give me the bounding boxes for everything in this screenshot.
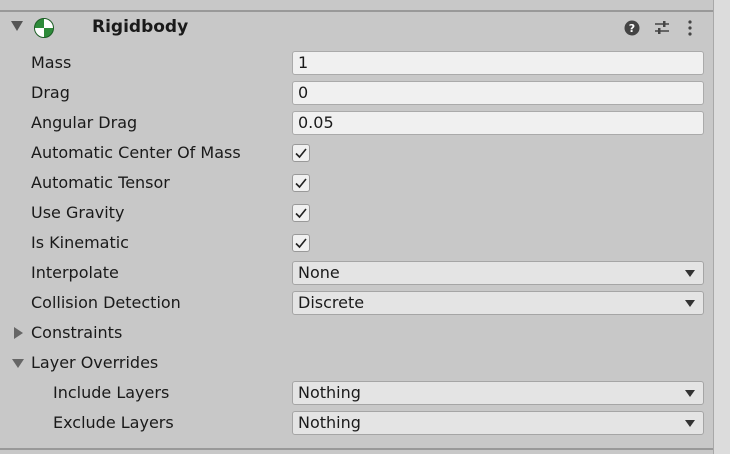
foldout-expanded-icon[interactable]	[12, 359, 24, 368]
include-layers-row: Include Layers Nothing	[0, 378, 713, 408]
mass-field[interactable]: 1	[292, 51, 704, 75]
use-gravity-row: Use Gravity	[0, 198, 713, 228]
interpolate-label: Interpolate	[31, 263, 119, 282]
dropdown-arrow-icon	[685, 390, 695, 397]
drag-row: Drag 0	[0, 78, 713, 108]
mass-row: Mass 1	[0, 48, 713, 78]
use-gravity-label: Use Gravity	[31, 203, 125, 222]
automatic-tensor-row: Automatic Tensor	[0, 168, 713, 198]
presets-icon[interactable]	[653, 19, 671, 37]
angular-drag-row: Angular Drag 0.05	[0, 108, 713, 138]
layer-overrides-label: Layer Overrides	[31, 353, 159, 372]
include-layers-value: Nothing	[298, 383, 361, 402]
more-options-icon[interactable]	[683, 19, 697, 37]
exclude-layers-label: Exclude Layers	[53, 413, 174, 432]
collision-detection-dropdown[interactable]: Discrete	[292, 291, 704, 315]
is-kinematic-checkbox[interactable]	[292, 234, 310, 252]
help-icon[interactable]: ?	[623, 19, 641, 37]
checkmark-icon	[295, 208, 307, 219]
is-kinematic-row: Is Kinematic	[0, 228, 713, 258]
constraints-label: Constraints	[31, 323, 123, 342]
collision-detection-label: Collision Detection	[31, 293, 181, 312]
drag-field[interactable]: 0	[292, 81, 704, 105]
component-title: Rigidbody	[92, 17, 189, 37]
automatic-tensor-label: Automatic Tensor	[31, 173, 170, 192]
collapse-arrow-icon[interactable]	[11, 21, 23, 31]
rigidbody-icon	[34, 18, 54, 38]
constraints-foldout[interactable]: Constraints	[0, 318, 713, 348]
collision-detection-row: Collision Detection Discrete	[0, 288, 713, 318]
exclude-layers-value: Nothing	[298, 413, 361, 432]
dropdown-arrow-icon	[685, 300, 695, 307]
checkmark-icon	[295, 238, 307, 249]
dropdown-arrow-icon	[685, 270, 695, 277]
exclude-layers-dropdown[interactable]: Nothing	[292, 411, 704, 435]
automatic-center-of-mass-checkbox[interactable]	[292, 144, 310, 162]
is-kinematic-label: Is Kinematic	[31, 233, 129, 252]
automatic-center-of-mass-label: Automatic Center Of Mass	[31, 143, 241, 162]
bottom-separator	[0, 448, 713, 450]
mass-label: Mass	[31, 53, 72, 72]
angular-drag-field[interactable]: 0.05	[292, 111, 704, 135]
svg-text:?: ?	[629, 22, 635, 35]
angular-drag-label: Angular Drag	[31, 113, 138, 132]
exclude-layers-row: Exclude Layers Nothing	[0, 408, 713, 438]
drag-label: Drag	[31, 83, 70, 102]
automatic-center-of-mass-row: Automatic Center Of Mass	[0, 138, 713, 168]
collision-detection-value: Discrete	[298, 293, 365, 312]
interpolate-value: None	[298, 263, 340, 282]
checkmark-icon	[295, 148, 307, 159]
include-layers-label: Include Layers	[53, 383, 170, 402]
interpolate-row: Interpolate None	[0, 258, 713, 288]
foldout-collapsed-icon[interactable]	[14, 327, 23, 339]
use-gravity-checkbox[interactable]	[292, 204, 310, 222]
layer-overrides-foldout[interactable]: Layer Overrides	[0, 348, 713, 378]
checkmark-icon	[295, 178, 307, 189]
include-layers-dropdown[interactable]: Nothing	[292, 381, 704, 405]
automatic-tensor-checkbox[interactable]	[292, 174, 310, 192]
interpolate-dropdown[interactable]: None	[292, 261, 704, 285]
dropdown-arrow-icon	[685, 420, 695, 427]
component-header[interactable]: Rigidbody ?	[0, 12, 713, 42]
scrollbar-track[interactable]	[713, 0, 730, 454]
